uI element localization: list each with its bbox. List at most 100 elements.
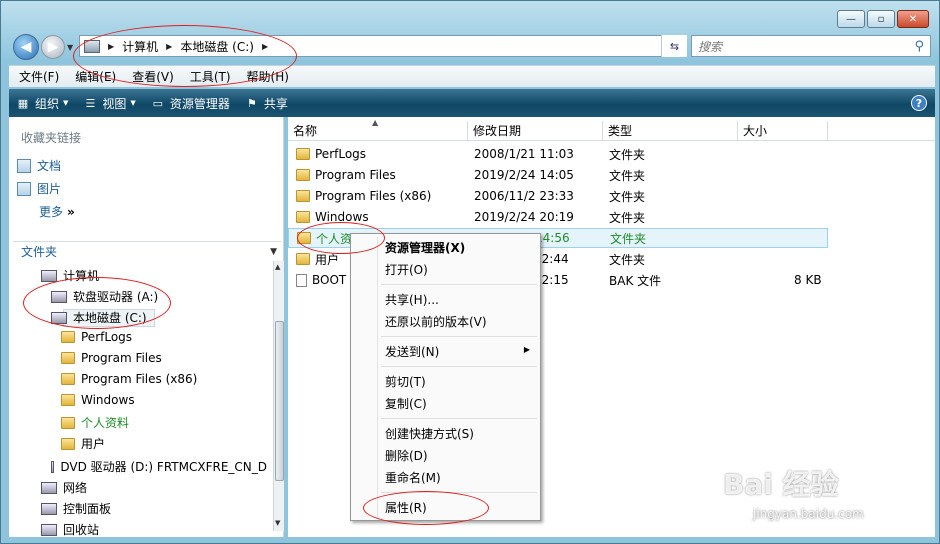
favorite-pictures[interactable]: 图片 <box>17 180 61 197</box>
breadcrumb-arrow-icon[interactable]: ▶ <box>108 42 114 51</box>
tree-item-program-files[interactable]: Program Files <box>61 351 162 365</box>
column-name[interactable]: 名称 ▲ <box>288 118 468 141</box>
tree-item-computer[interactable]: 计算机 <box>41 267 99 284</box>
forward-button[interactable]: ▶ <box>41 35 65 59</box>
address-bar[interactable]: ▶ 计算机 ▶ 本地磁盘 (C:) ▶ <box>79 35 687 57</box>
menu-item-rename[interactable]: 重命名(M) <box>385 469 441 486</box>
column-size-label: 大小 <box>743 124 768 138</box>
menu-tools[interactable]: 工具(T) <box>190 68 231 85</box>
menu-view[interactable]: 查看(V) <box>132 68 174 85</box>
menu-item-send-to[interactable]: 发送到(N) <box>385 343 439 360</box>
menu-item-properties[interactable]: 属性(R) <box>385 499 427 516</box>
folder-icon <box>296 211 310 223</box>
tree-label: 本地磁盘 (C:) <box>73 311 147 325</box>
folders-header[interactable]: 文件夹 ▼ <box>13 241 281 261</box>
navigation-pane: 收藏夹链接 文档 图片 更多» 文件夹 ▼ 计算机 软盘驱动器 (A:) 本地磁… <box>9 117 284 537</box>
chevron-down-icon[interactable]: ▼ <box>270 247 277 257</box>
file-row[interactable]: Windows 2019/2/24 20:19 文件夹 <box>288 207 828 227</box>
documents-icon <box>17 158 31 173</box>
menu-item-restore-versions[interactable]: 还原以前的版本(V) <box>385 313 487 330</box>
menu-item-create-shortcut[interactable]: 创建快捷方式(S) <box>385 425 474 442</box>
organize-button[interactable]: ▦ 组织 ▼ <box>15 95 69 112</box>
folder-icon <box>61 373 75 385</box>
minimize-button[interactable]: — <box>837 10 865 28</box>
menu-item-cut[interactable]: 剪切(T) <box>385 373 426 390</box>
menu-help[interactable]: 帮助(H) <box>247 68 289 85</box>
views-button[interactable]: ☰ 视图 ▼ <box>82 95 135 112</box>
tree-label: 软盘驱动器 (A:) <box>73 290 159 304</box>
file-row[interactable]: Program Files (x86) 2006/11/2 23:33 文件夹 <box>288 186 828 206</box>
computer-icon <box>41 269 57 282</box>
tree-item-local-disk[interactable]: 本地磁盘 (C:) <box>51 309 147 326</box>
tree-item-program-files-x86[interactable]: Program Files (x86) <box>61 372 197 386</box>
menu-edit[interactable]: 编辑(E) <box>75 68 116 85</box>
file-type: 文件夹 <box>609 252 646 267</box>
column-type[interactable]: 类型 <box>603 120 738 141</box>
command-bar: ▦ 组织 ▼ ☰ 视图 ▼ ▭ 资源管理器 ⚑ 共享 ? <box>9 89 935 117</box>
back-button[interactable]: ◀ <box>13 34 39 60</box>
breadcrumb-computer[interactable]: 计算机 <box>122 38 158 55</box>
menu-separator <box>381 366 537 367</box>
menu-item-copy[interactable]: 复制(C) <box>385 395 427 412</box>
tree-item-users[interactable]: 用户 <box>61 435 105 452</box>
column-date[interactable]: 修改日期 <box>468 120 603 141</box>
search-icon[interactable]: ⚲ <box>914 39 924 54</box>
share-label: 共享 <box>263 96 288 111</box>
tree-item-network[interactable]: 网络 <box>41 479 87 496</box>
tree-scrollbar[interactable]: ▲ ▼ <box>273 261 284 531</box>
column-type-label: 类型 <box>608 124 633 138</box>
file-row[interactable]: PerfLogs 2008/1/21 11:03 文件夹 <box>288 144 828 164</box>
favorite-documents[interactable]: 文档 <box>17 157 61 174</box>
views-label: 视图 <box>102 96 127 111</box>
tree-item-floppy[interactable]: 软盘驱动器 (A:) <box>51 288 158 305</box>
help-icon[interactable]: ? <box>911 95 927 111</box>
tree-label: 个人资料 <box>81 416 130 430</box>
tree-label: 计算机 <box>63 269 100 283</box>
file-date: 2019/2/24 20:19 <box>474 210 574 224</box>
tree-item-windows[interactable]: Windows <box>61 393 135 407</box>
scrollbar-thumb[interactable] <box>275 321 284 481</box>
tree-item-control-panel[interactable]: 控制面板 <box>41 500 111 517</box>
close-button[interactable]: ✕ <box>897 10 929 28</box>
explorer-button[interactable]: ▭ 资源管理器 <box>150 95 230 112</box>
tree-item-personal[interactable]: 个人资料 <box>61 414 129 431</box>
menu-separator <box>381 418 537 419</box>
maximize-button[interactable]: ▫ <box>867 10 895 28</box>
tree-item-recycle-bin[interactable]: 回收站 <box>41 521 99 538</box>
file-row[interactable]: Program Files 2019/2/24 14:05 文件夹 <box>288 165 828 185</box>
breadcrumb-arrow-icon[interactable]: ▶ <box>166 42 172 51</box>
breadcrumb-local-disk[interactable]: 本地磁盘 (C:) <box>180 38 254 55</box>
share-button[interactable]: ⚑ 共享 <box>244 95 288 112</box>
caption-buttons: — ▫ ✕ <box>837 10 929 28</box>
hard-drive-icon <box>51 311 67 324</box>
menu-item-explorer[interactable]: 资源管理器(X) <box>385 239 465 256</box>
tree-label: 控制面板 <box>63 502 112 516</box>
context-menu: 资源管理器(X) 打开(O) 共享(H)... 还原以前的版本(V) 发送到(N… <box>350 233 541 521</box>
file-name: 个人资 <box>316 231 353 246</box>
file-type: 文件夹 <box>609 210 646 225</box>
share-icon: ⚑ <box>246 96 257 110</box>
menu-file[interactable]: 文件(F) <box>19 68 59 85</box>
breadcrumb-arrow-icon[interactable]: ▶ <box>262 42 268 51</box>
file-name: Windows <box>315 210 369 224</box>
scroll-up-icon[interactable]: ▲ <box>275 263 280 271</box>
menu-item-delete[interactable]: 删除(D) <box>385 447 428 464</box>
folder-icon <box>296 190 310 202</box>
file-type: 文件夹 <box>610 231 647 246</box>
folder-icon <box>296 253 310 265</box>
history-dropdown-icon[interactable]: ▼ <box>67 43 73 52</box>
search-input[interactable]: 搜索 ⚲ <box>691 35 931 57</box>
file-icon <box>296 273 307 287</box>
menu-item-share[interactable]: 共享(H)... <box>385 291 439 308</box>
organize-label: 组织 <box>35 96 60 111</box>
more-link[interactable]: 更多» <box>39 203 75 220</box>
scroll-down-icon[interactable]: ▼ <box>275 519 280 527</box>
refresh-icon[interactable]: ⇆ <box>661 35 687 57</box>
tree-item-dvd[interactable]: DVD 驱动器 (D:) FRTMCXFRE_CN_D <box>51 458 267 475</box>
menu-gutter <box>377 236 378 518</box>
column-size[interactable]: 大小 <box>738 120 828 141</box>
tree-label: 网络 <box>63 481 88 495</box>
menu-item-open[interactable]: 打开(O) <box>385 261 428 278</box>
dvd-drive-icon <box>51 460 55 473</box>
tree-item-perflogs[interactable]: PerfLogs <box>61 330 132 344</box>
